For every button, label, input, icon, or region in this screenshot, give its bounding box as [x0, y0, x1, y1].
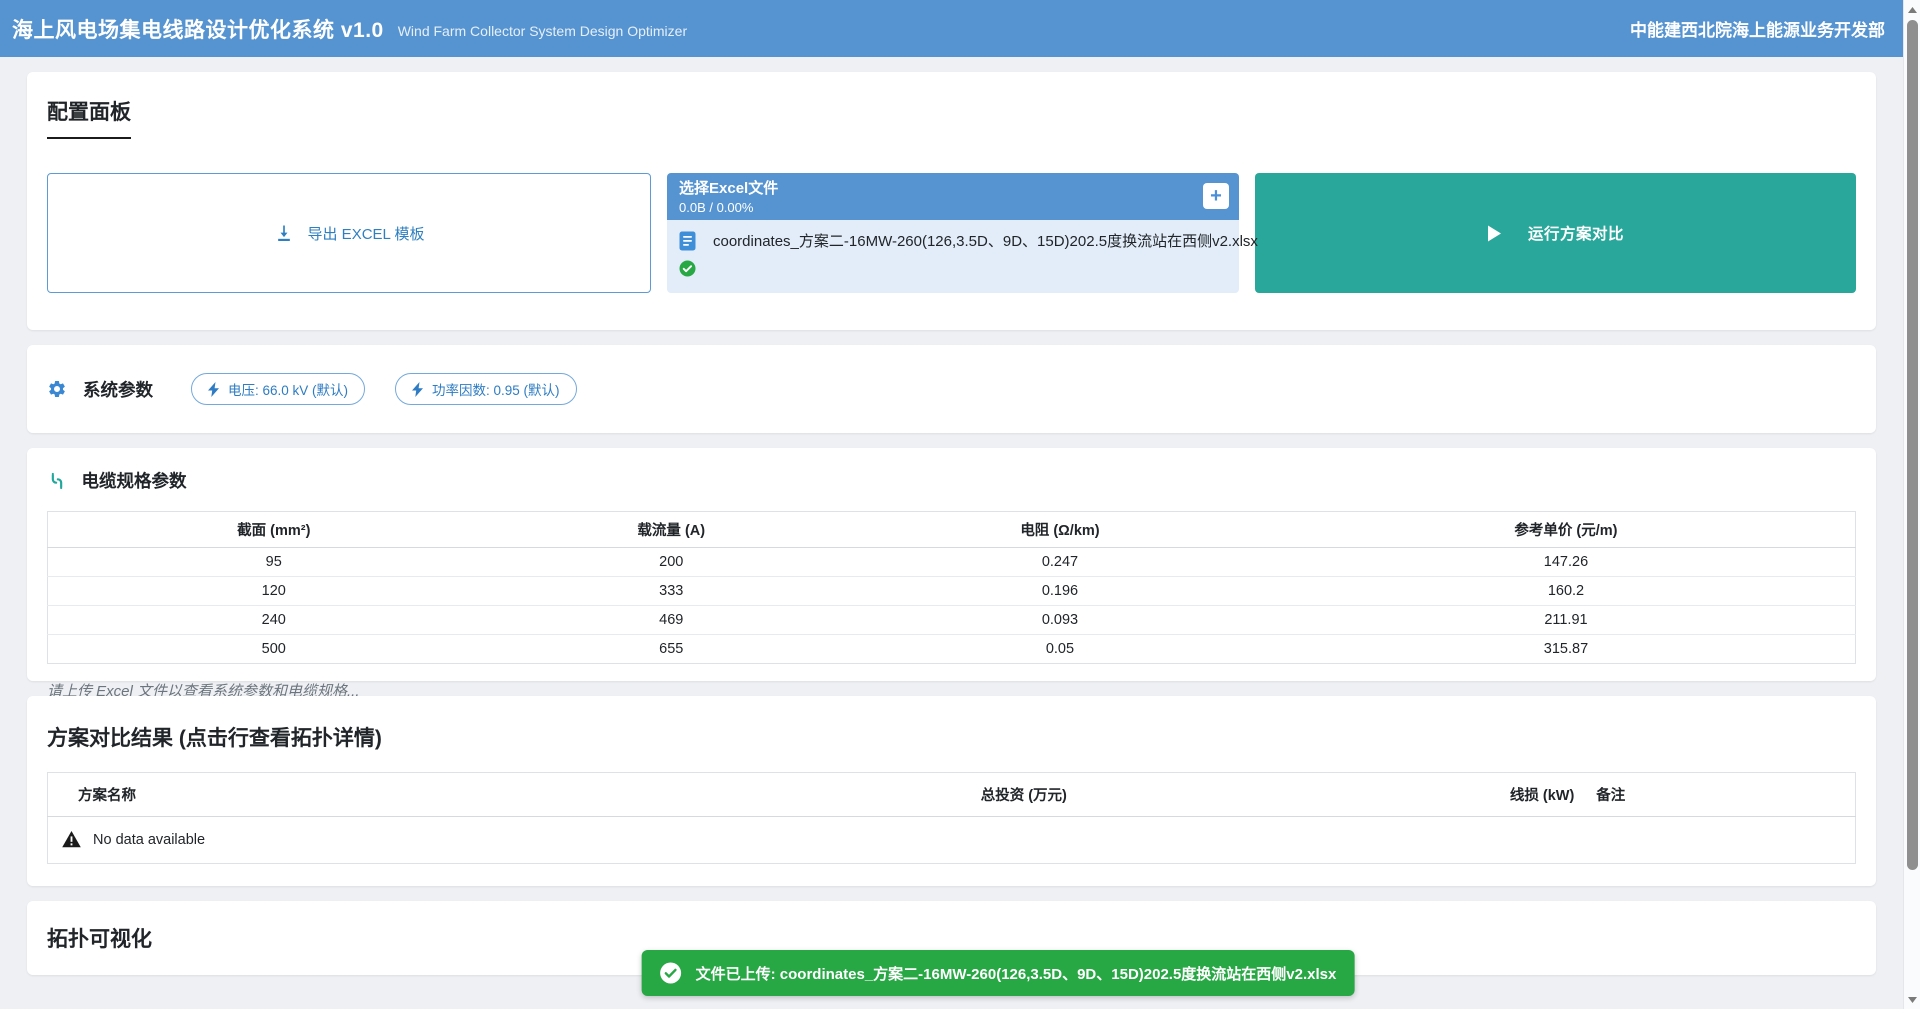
scrollbar-up-arrow-icon[interactable] — [1904, 1, 1920, 18]
topology-title: 拓扑可视化 — [47, 923, 1856, 953]
col-total-investment: 总投资 (万元) — [771, 773, 1277, 817]
cable-table-header-row: 截面 (mm²) 载流量 (A) 电阻 (Ω/km) 参考单价 (元/m) — [48, 512, 1856, 548]
scrollbar-down-arrow-icon[interactable] — [1904, 991, 1920, 1008]
bolt-icon — [208, 382, 220, 397]
comparison-table: 方案名称 总投资 (万元) 线损 (kW) 备注 No data availab… — [47, 772, 1856, 864]
system-params-card: 系统参数 电压: 66.0 kV (默认) 功率因数: 0.95 (默认) — [27, 345, 1876, 433]
download-icon — [274, 223, 294, 243]
comparison-results-card: 方案对比结果 (点击行查看拓扑详情) 方案名称 总投资 (万元) 线损 (kW)… — [27, 696, 1876, 886]
scrollbar-thumb[interactable] — [1907, 20, 1918, 870]
uploaded-file-name: coordinates_方案二-16MW-260(126,3.5D、9D、15D… — [713, 230, 1258, 251]
empty-state: No data available — [54, 831, 1849, 848]
cell: 0.196 — [843, 577, 1277, 606]
export-excel-template-button[interactable]: 导出 EXCEL 模板 — [47, 173, 651, 293]
upload-success-check-icon — [679, 260, 1227, 282]
uploader-header: 选择Excel文件 0.0B / 0.00% — [667, 173, 1239, 220]
upload-success-toast: 文件已上传: coordinates_方案二-16MW-260(126,3.5D… — [642, 950, 1355, 996]
col-line-loss: 线损 (kW) — [1277, 773, 1584, 817]
cable-plug-icon — [47, 470, 67, 492]
config-panel-card: 配置面板 导出 EXCEL 模板 选择Excel文件 0.0B / 0.00% … — [27, 72, 1876, 330]
cell: 315.87 — [1277, 635, 1856, 664]
toast-message: 文件已上传: coordinates_方案二-16MW-260(126,3.5D… — [696, 963, 1337, 984]
app-title: 海上风电场集电线路设计优化系统 v1.0 — [12, 14, 384, 44]
config-widgets-row: 导出 EXCEL 模板 选择Excel文件 0.0B / 0.00% + coo… — [47, 173, 1856, 293]
cell: 95 — [48, 548, 500, 577]
app-subtitle: Wind Farm Collector System Design Optimi… — [398, 23, 687, 39]
cable-specs-table: 截面 (mm²) 载流量 (A) 电阻 (Ω/km) 参考单价 (元/m) 95… — [47, 511, 1856, 664]
warning-icon — [62, 831, 81, 848]
run-comparison-button[interactable]: 运行方案对比 — [1255, 173, 1856, 293]
export-excel-template-label: 导出 EXCEL 模板 — [308, 223, 425, 244]
system-params-title: 系统参数 — [83, 377, 153, 402]
comparison-title: 方案对比结果 (点击行查看拓扑详情) — [47, 722, 1856, 752]
vertical-scrollbar[interactable] — [1903, 0, 1920, 1009]
cell: 120 — [48, 577, 500, 606]
cell: 500 — [48, 635, 500, 664]
col-resistance: 电阻 (Ω/km) — [843, 512, 1277, 548]
file-document-icon — [679, 231, 696, 251]
col-unit-price: 参考单价 (元/m) — [1277, 512, 1856, 548]
cell: 333 — [500, 577, 844, 606]
table-row: 95 200 0.247 147.26 — [48, 548, 1856, 577]
cell: 469 — [500, 606, 844, 635]
cell: 240 — [48, 606, 500, 635]
main-content: 配置面板 导出 EXCEL 模板 选择Excel文件 0.0B / 0.00% … — [0, 57, 1903, 975]
col-ampacity: 载流量 (A) — [500, 512, 844, 548]
org-name: 中能建西北院海上能源业务开发部 — [1630, 16, 1885, 41]
play-icon — [1487, 225, 1502, 242]
uploader-file-list: coordinates_方案二-16MW-260(126,3.5D、9D、15D… — [667, 220, 1239, 293]
cell: 147.26 — [1277, 548, 1856, 577]
bolt-icon — [412, 382, 424, 397]
plus-icon: + — [1210, 184, 1222, 208]
uploader-progress: 0.0B / 0.00% — [679, 200, 1227, 215]
table-row: 500 655 0.05 315.87 — [48, 635, 1856, 664]
run-comparison-label: 运行方案对比 — [1528, 222, 1624, 244]
cell: 160.2 — [1277, 577, 1856, 606]
col-section: 截面 (mm²) — [48, 512, 500, 548]
cell: 0.247 — [843, 548, 1277, 577]
app-header: 海上风电场集电线路设计优化系统 v1.0 Wind Farm Collector… — [0, 0, 1903, 57]
no-data-row: No data available — [48, 817, 1856, 864]
cell: 655 — [500, 635, 844, 664]
col-scheme-name: 方案名称 — [48, 773, 771, 817]
power-factor-chip: 功率因数: 0.95 (默认) — [395, 373, 577, 405]
voltage-chip-label: 电压: 66.0 kV (默认) — [228, 379, 348, 399]
cell: 211.91 — [1277, 606, 1856, 635]
col-remark: 备注 — [1584, 773, 1855, 817]
table-row: 240 469 0.093 211.91 — [48, 606, 1856, 635]
voltage-chip: 电压: 66.0 kV (默认) — [191, 373, 365, 405]
comparison-header-row: 方案名称 总投资 (万元) 线损 (kW) 备注 — [48, 773, 1856, 817]
table-row: 120 333 0.196 160.2 — [48, 577, 1856, 606]
cable-specs-card: 电缆规格参数 截面 (mm²) 载流量 (A) 电阻 (Ω/km) 参考单价 (… — [27, 448, 1876, 681]
toast-check-icon — [660, 962, 682, 984]
cable-specs-title: 电缆规格参数 — [81, 468, 186, 493]
config-panel-title: 配置面板 — [47, 96, 1856, 139]
cell: 0.05 — [843, 635, 1277, 664]
uploaded-file-item[interactable]: coordinates_方案二-16MW-260(126,3.5D、9D、15D… — [679, 230, 1227, 251]
system-param-chips: 电压: 66.0 kV (默认) 功率因数: 0.95 (默认) — [191, 373, 577, 405]
cell: 200 — [500, 548, 844, 577]
gear-icon — [47, 379, 67, 399]
uploader-title: 选择Excel文件 — [679, 180, 1227, 198]
no-data-text: No data available — [93, 832, 205, 848]
add-file-button[interactable]: + — [1203, 183, 1229, 209]
excel-uploader: 选择Excel文件 0.0B / 0.00% + coordinates_方案二… — [667, 173, 1239, 293]
power-factor-chip-label: 功率因数: 0.95 (默认) — [432, 379, 560, 399]
cell: 0.093 — [843, 606, 1277, 635]
